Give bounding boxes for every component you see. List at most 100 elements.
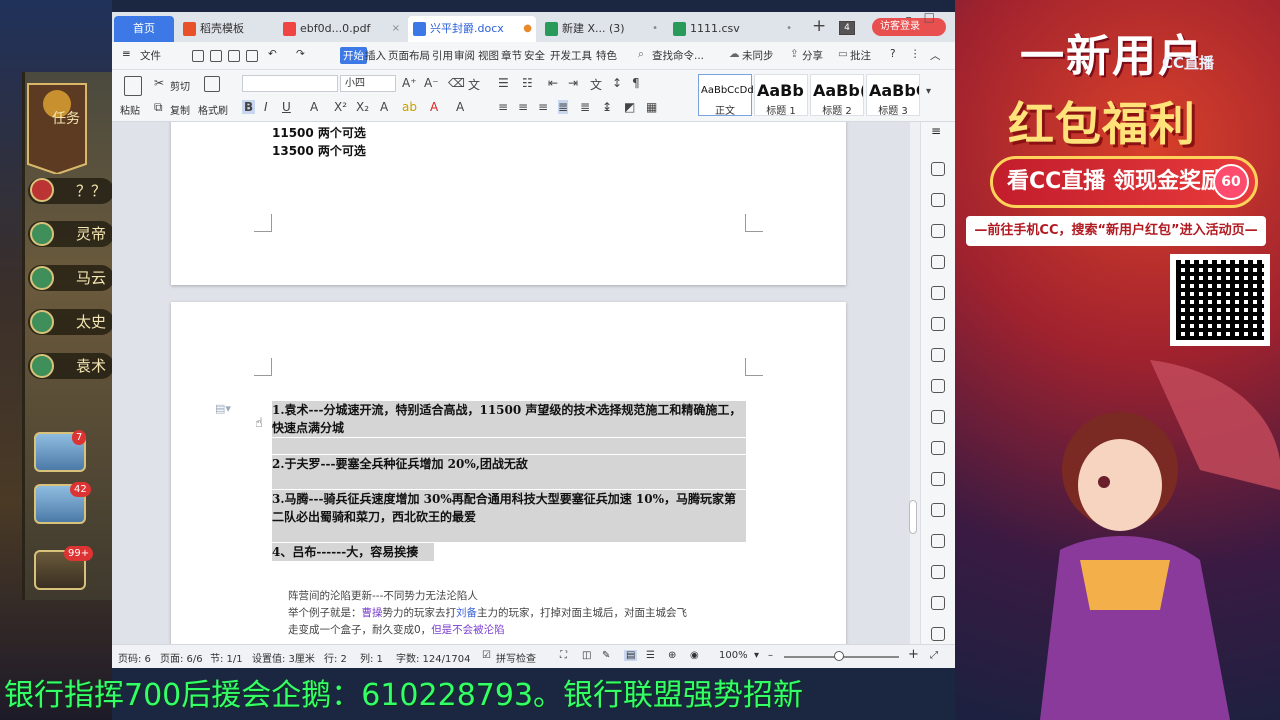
cut-button[interactable]: 剪切 xyxy=(170,78,190,93)
tab-home[interactable]: 首页 xyxy=(114,16,174,42)
shapes-icon[interactable] xyxy=(931,255,945,269)
distribute-icon[interactable]: ≣ xyxy=(580,100,590,114)
share-button[interactable]: 分享 xyxy=(802,48,823,63)
document-canvas[interactable]: 11500 两个可选 13500 两个可选 ▤▾ ☝ 1.袁术---分城速开流，… xyxy=(112,122,910,654)
font-name-select[interactable] xyxy=(242,75,338,92)
tab-spreadsheet[interactable]: 新建 X... (3) • xyxy=(540,16,662,42)
sync-status[interactable]: 未同步 xyxy=(742,48,774,63)
close-icon[interactable]: × xyxy=(392,16,400,42)
apps-icon[interactable] xyxy=(931,348,945,362)
location-icon[interactable] xyxy=(931,224,945,238)
line-spacing-icon[interactable]: ↨ xyxy=(602,100,612,114)
styles-more-icon[interactable]: ▾ xyxy=(926,86,931,97)
menu-chapter[interactable]: 章节 xyxy=(501,48,522,63)
new-tab-button[interactable]: + xyxy=(812,16,826,36)
vertical-scrollbar[interactable] xyxy=(909,500,917,534)
phonetic-icon[interactable]: 文 xyxy=(468,76,480,93)
bold-icon[interactable]: B xyxy=(242,100,256,114)
picture-icon[interactable] xyxy=(931,565,945,579)
translate-icon[interactable] xyxy=(931,503,945,517)
style-normal[interactable]: AaBbCcDd 正文 xyxy=(698,74,754,117)
print-icon[interactable] xyxy=(228,50,240,62)
show-marks-icon[interactable]: ¶ xyxy=(632,76,640,90)
superscript-icon[interactable]: X² xyxy=(334,100,347,114)
format-painter-icon[interactable] xyxy=(204,76,220,92)
font-effect-icon[interactable]: A xyxy=(380,100,388,114)
shading-icon[interactable]: ◩ xyxy=(624,100,635,114)
tab-pdf[interactable]: ebf0d...0.pdf × xyxy=(278,16,404,42)
tab-template[interactable]: 稻壳模板 xyxy=(178,16,274,42)
align-center-icon[interactable]: ≡ xyxy=(518,100,528,114)
outline-view-icon[interactable]: ☰ xyxy=(646,650,655,661)
chart-icon[interactable] xyxy=(931,379,945,393)
borders-icon[interactable]: ▦ xyxy=(646,100,657,114)
tab-docx-active[interactable]: 兴平封爵.docx ● xyxy=(408,16,536,42)
menu-devtools[interactable]: 开发工具 xyxy=(550,48,592,63)
help-icon[interactable]: ? xyxy=(890,48,896,60)
write-mode-icon[interactable]: ✎ xyxy=(602,650,610,661)
chinese-layout-icon[interactable]: 文 xyxy=(590,76,602,93)
page-count[interactable]: 页面: 6/6 xyxy=(160,650,203,665)
page-view-icon[interactable]: ▤ xyxy=(624,650,638,661)
close-icon[interactable]: • xyxy=(652,16,658,42)
backup-icon[interactable] xyxy=(931,596,945,610)
style-heading-1[interactable]: AaBb 标题 1 xyxy=(754,74,808,117)
history-icon[interactable] xyxy=(931,627,945,641)
close-icon[interactable]: • xyxy=(786,16,792,42)
zoom-out-icon[interactable]: – xyxy=(768,650,773,661)
print-preview-icon[interactable] xyxy=(210,50,222,62)
sort-icon[interactable]: ↕ xyxy=(612,76,622,90)
style-heading-2[interactable]: AaBb( 标题 2 xyxy=(810,74,864,116)
zoom-level[interactable]: 100% xyxy=(719,650,748,661)
menu-references[interactable]: 引用 xyxy=(432,48,453,63)
menu-security[interactable]: 安全 xyxy=(524,48,545,63)
spell-check-button[interactable]: 拼写检查 xyxy=(496,650,536,665)
archive-icon[interactable] xyxy=(931,534,945,548)
underline-icon[interactable]: U xyxy=(282,100,291,114)
format-painter-button[interactable]: 格式刷 xyxy=(198,102,228,117)
eye-care-icon[interactable]: ◉ xyxy=(690,650,699,661)
tab-csv[interactable]: 1111.csv • xyxy=(668,16,796,42)
copy-button[interactable]: 复制 xyxy=(170,102,190,117)
window-controls[interactable]: –□ xyxy=(906,10,947,24)
zoom-in-icon[interactable]: + xyxy=(908,647,919,662)
more-icon[interactable]: ⋮ xyxy=(910,48,921,60)
web-view-icon[interactable]: ⊕ xyxy=(668,650,676,661)
command-search[interactable]: 查找命令... xyxy=(652,48,704,63)
font-color-icon[interactable]: A xyxy=(430,100,438,114)
zoom-dropdown-icon[interactable]: ▾ xyxy=(754,650,759,661)
paste-icon[interactable] xyxy=(124,76,142,96)
pen-icon[interactable] xyxy=(931,162,945,176)
font-size-select[interactable]: 小四 xyxy=(340,75,396,92)
collapse-ribbon-icon[interactable]: ︿ xyxy=(930,48,941,63)
undo-icon[interactable]: ↶ xyxy=(268,48,277,60)
focus-mode-icon[interactable]: ⛶ xyxy=(560,650,567,661)
save-icon[interactable] xyxy=(192,50,204,62)
fit-window-icon[interactable]: ⤢ xyxy=(930,650,938,661)
effect-icon[interactable]: A xyxy=(310,100,318,114)
menu-features[interactable]: 特色 xyxy=(596,48,617,63)
menu-layout[interactable]: 页面布局 xyxy=(388,48,430,63)
numbering-icon[interactable]: ☷ xyxy=(522,76,533,90)
hamburger-menu-icon[interactable]: ≡ xyxy=(122,48,131,60)
file-menu[interactable]: 文件 xyxy=(140,48,161,63)
annotate-button[interactable]: 批注 xyxy=(850,48,871,63)
align-left-icon[interactable]: ≡ xyxy=(498,100,508,114)
navigate-icon[interactable] xyxy=(931,286,945,300)
menu-start[interactable]: 开始 xyxy=(340,47,367,64)
settings-sliders-icon[interactable] xyxy=(931,410,945,424)
char-shading-icon[interactable]: A xyxy=(456,100,464,114)
tab-count-badge[interactable]: 4 xyxy=(839,21,855,35)
style-heading-3[interactable]: AaBbC 标题 3 xyxy=(866,74,920,116)
read-mode-icon[interactable]: ◫ xyxy=(582,650,591,661)
bullets-icon[interactable]: ☰ xyxy=(498,76,509,90)
clear-format-icon[interactable]: ⌫ xyxy=(448,76,465,90)
align-right-icon[interactable]: ≡ xyxy=(538,100,548,114)
paste-button[interactable]: 粘贴 xyxy=(120,102,140,117)
menu-insert[interactable]: 插入 xyxy=(365,48,386,63)
redo-icon[interactable]: ↷ xyxy=(296,48,305,60)
table-icon[interactable] xyxy=(931,317,945,331)
outdent-icon[interactable]: ⇤ xyxy=(548,76,558,90)
menu-view[interactable]: 视图 xyxy=(478,48,499,63)
grow-font-icon[interactable]: A⁺ xyxy=(402,76,417,90)
